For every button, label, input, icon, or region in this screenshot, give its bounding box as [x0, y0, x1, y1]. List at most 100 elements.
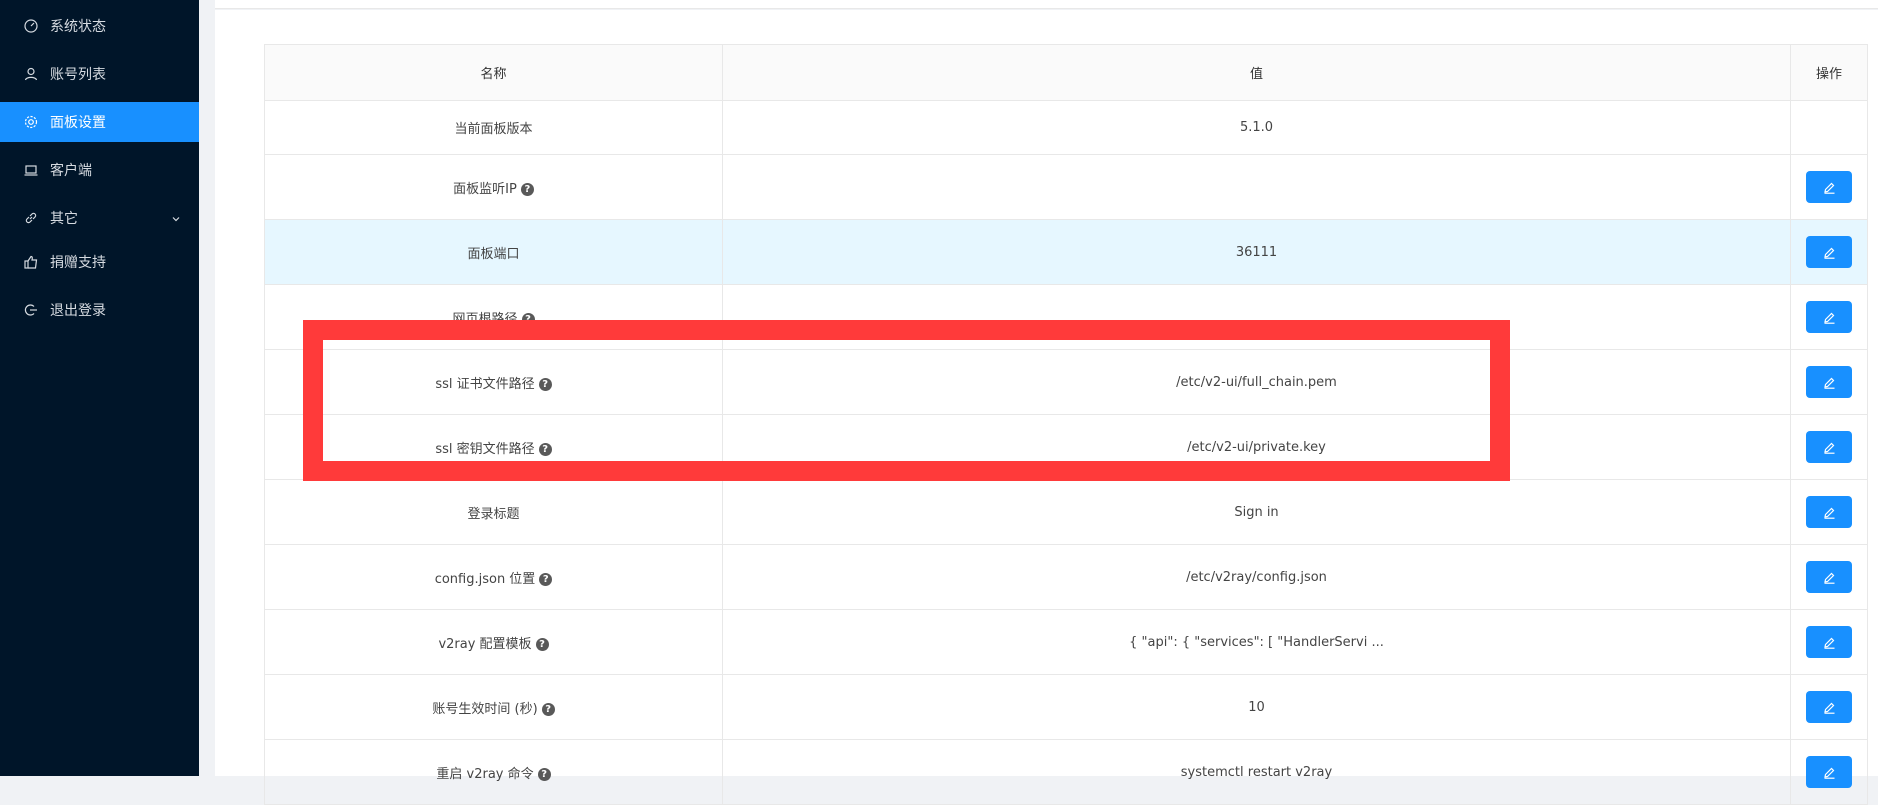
settings-card: 名称 值 操作 当前面板版本 5.1.0 面板监听IP? 面板端口 36111 … [215, 10, 1878, 805]
table-row: 账号生效时间 (秒)? 10 [264, 674, 1868, 740]
main-content: 名称 值 操作 当前面板版本 5.1.0 面板监听IP? 面板端口 36111 … [199, 0, 1878, 805]
link-icon [24, 211, 38, 225]
top-strip [215, 0, 1878, 9]
edit-button[interactable] [1806, 301, 1852, 333]
setting-name-cell: 账号生效时间 (秒)? [264, 674, 723, 740]
setting-value [722, 154, 1791, 220]
setting-name-cell: 面板端口 [264, 219, 723, 285]
setting-name: 重启 v2ray 命令 [436, 766, 534, 782]
chevron-down-icon[interactable] [171, 212, 181, 222]
action-cell [1790, 414, 1868, 480]
setting-name: 账号生效时间 (秒) [432, 701, 538, 717]
setting-name: ssl 证书文件路径 [435, 376, 535, 392]
gear-icon [24, 115, 38, 129]
edit-button[interactable] [1806, 561, 1852, 593]
edit-button[interactable] [1806, 236, 1852, 268]
edit-icon [1823, 507, 1834, 519]
edit-icon [1823, 442, 1834, 454]
column-header-value: 值 [722, 44, 1791, 101]
table-row: v2ray 配置模板? { "api": { "services": [ "Ha… [264, 609, 1868, 675]
setting-name: v2ray 配置模板 [438, 636, 532, 652]
setting-value [722, 284, 1791, 350]
table-row: 重启 v2ray 命令? systemctl restart v2ray [264, 739, 1868, 805]
sidebar-item-accounts[interactable]: 账号列表 [0, 54, 199, 94]
help-icon[interactable]: ? [541, 702, 555, 716]
action-cell [1790, 219, 1868, 285]
action-cell [1790, 674, 1868, 740]
action-cell [1790, 609, 1868, 675]
action-cell [1790, 349, 1868, 415]
table-row: 面板监听IP? [264, 154, 1868, 220]
setting-value: 10 [722, 674, 1791, 740]
edit-button[interactable] [1806, 626, 1852, 658]
table-row: 登录标题 Sign in [264, 479, 1868, 545]
setting-value: { "api": { "services": [ "HandlerServi .… [722, 609, 1791, 675]
edit-icon [1823, 377, 1834, 389]
edit-button[interactable] [1806, 756, 1852, 788]
setting-name: 当前面板版本 [454, 122, 533, 137]
action-cell [1790, 100, 1868, 155]
column-header-action: 操作 [1790, 44, 1868, 101]
setting-value: systemctl restart v2ray [722, 739, 1791, 805]
help-icon[interactable]: ? [520, 182, 534, 196]
action-cell [1790, 479, 1868, 545]
sidebar: 系统状态 账号列表 面板设置 客户端 其它 捐赠支持 退出登录 [0, 0, 199, 776]
sidebar-item-label: 退出登录 [50, 303, 106, 319]
sidebar-item-panel-settings[interactable]: 面板设置 [0, 102, 199, 142]
edit-button[interactable] [1806, 366, 1852, 398]
sidebar-item-donate[interactable]: 捐赠支持 [0, 242, 199, 282]
table-row: ssl 密钥文件路径? /etc/v2-ui/private.key [264, 414, 1868, 480]
setting-value: /etc/v2-ui/private.key [722, 414, 1791, 480]
help-icon[interactable]: ? [538, 442, 552, 456]
table-row: 当前面板版本 5.1.0 [264, 100, 1868, 155]
sidebar-item-system-status[interactable]: 系统状态 [0, 6, 199, 46]
edit-button[interactable] [1806, 691, 1852, 723]
table-row: 面板端口 36111 [264, 219, 1868, 285]
help-icon[interactable]: ? [538, 377, 552, 391]
setting-value: /etc/v2ray/config.json [722, 544, 1791, 610]
table-row: 网页根路径? [264, 284, 1868, 350]
sidebar-item-label: 账号列表 [50, 67, 106, 83]
sidebar-item-other[interactable]: 其它 [0, 198, 199, 238]
setting-name-cell: config.json 位置? [264, 544, 723, 610]
edit-button[interactable] [1806, 431, 1852, 463]
setting-value: Sign in [722, 479, 1791, 545]
sidebar-item-label: 系统状态 [50, 19, 106, 35]
setting-name-cell: ssl 证书文件路径? [264, 349, 723, 415]
edit-button[interactable] [1806, 496, 1852, 528]
edit-icon [1823, 767, 1834, 779]
sidebar-item-label: 捐赠支持 [50, 255, 106, 271]
action-cell [1790, 739, 1868, 805]
sidebar-item-client[interactable]: 客户端 [0, 150, 199, 190]
setting-name: 面板端口 [467, 246, 520, 262]
setting-value: 5.1.0 [722, 100, 1791, 155]
edit-icon [1823, 312, 1834, 324]
edit-button[interactable] [1806, 171, 1852, 203]
user-icon [24, 67, 38, 81]
action-cell [1790, 284, 1868, 350]
setting-name-cell: 网页根路径? [264, 284, 723, 350]
setting-name: config.json 位置 [434, 571, 536, 587]
setting-name-cell: 重启 v2ray 命令? [264, 739, 723, 805]
sidebar-item-label: 客户端 [50, 163, 92, 179]
edit-icon [1823, 637, 1834, 649]
settings-table: 名称 值 操作 当前面板版本 5.1.0 面板监听IP? 面板端口 36111 … [264, 44, 1868, 805]
setting-value: /etc/v2-ui/full_chain.pem [722, 349, 1791, 415]
column-header-name: 名称 [264, 44, 723, 101]
edit-icon [1823, 572, 1834, 584]
help-icon[interactable]: ? [539, 572, 553, 586]
edit-icon [1823, 247, 1834, 259]
help-icon[interactable]: ? [521, 312, 535, 326]
setting-name-cell: ssl 密钥文件路径? [264, 414, 723, 480]
setting-name: 登录标题 [467, 506, 520, 522]
help-icon[interactable]: ? [537, 767, 551, 781]
help-icon[interactable]: ? [535, 637, 549, 651]
sidebar-item-logout[interactable]: 退出登录 [0, 290, 199, 330]
dashboard-icon [24, 19, 38, 33]
setting-name-cell: 当前面板版本 [264, 100, 723, 155]
sidebar-item-label: 面板设置 [50, 115, 106, 131]
laptop-icon [24, 163, 38, 177]
setting-name: ssl 密钥文件路径 [435, 441, 535, 457]
setting-value: 36111 [722, 219, 1791, 285]
setting-name: 网页根路径 [452, 311, 518, 327]
